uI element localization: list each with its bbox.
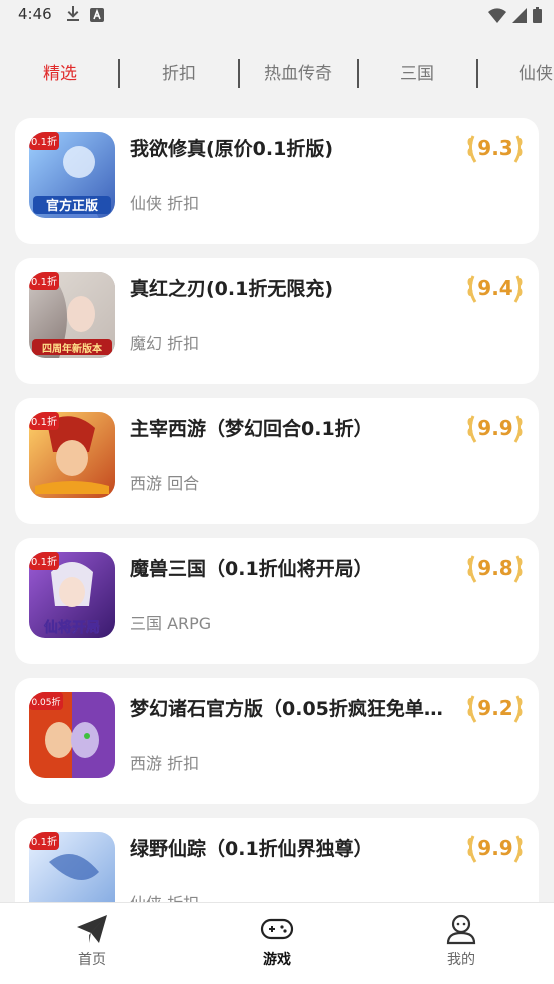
- paper-plane-icon: [77, 915, 107, 943]
- game-card[interactable]: 0.05折 梦幻诸石官方版（0.05折疯狂免单… 西游 折扣 9.2: [15, 678, 539, 804]
- signal-icon: [512, 7, 527, 27]
- nav-home-label: 首页: [78, 952, 106, 968]
- nav-home[interactable]: 首页: [32, 913, 152, 977]
- discount-badge: 0.1折: [31, 835, 57, 848]
- rating: 9.9: [465, 832, 525, 866]
- game-title: 绿野仙踪（0.1折仙界独尊）: [130, 838, 373, 860]
- discount-badge: 0.05折: [31, 696, 60, 708]
- rating: 9.4: [465, 272, 525, 306]
- rating-value: 9.9: [477, 416, 513, 440]
- game-title: 主宰西游（梦幻回合0.1折）: [130, 418, 373, 440]
- game-icon[interactable]: 0.1折 四周年新版本: [29, 272, 115, 358]
- rating: 9.2: [465, 692, 525, 726]
- icon-caption: 仙将开局: [44, 619, 100, 636]
- rating: 9.9: [465, 412, 525, 446]
- icon-caption: 官方正版: [46, 198, 98, 214]
- battery-icon: [533, 7, 542, 27]
- nav-profile-label: 我的: [447, 952, 475, 968]
- discount-badge: 0.1折: [31, 275, 57, 288]
- rating-value: 9.8: [477, 556, 513, 580]
- icon-caption: 四周年新版本: [42, 342, 103, 355]
- tab-legend[interactable]: 热血传奇: [238, 60, 358, 88]
- game-tags: 三国 ARPG: [130, 614, 212, 633]
- discount-badge: 0.1折: [31, 135, 57, 148]
- game-card[interactable]: 0.1折 仙将开局 魔兽三国（0.1折仙将开局） 三国 ARPG 9.8: [15, 538, 539, 664]
- game-tags: 西游 折扣: [130, 754, 200, 773]
- game-card[interactable]: 0.1折 四周年新版本 真红之刃(0.1折无限充) 魔幻 折扣 9.4: [15, 258, 539, 384]
- discount-badge: 0.1折: [31, 555, 57, 568]
- game-icon[interactable]: 0.05折: [29, 692, 115, 778]
- rating-value: 9.9: [477, 836, 513, 860]
- game-icon[interactable]: 0.1折 官方正版: [29, 132, 115, 218]
- game-title: 我欲修真(原价0.1折版): [130, 138, 334, 160]
- wifi-icon: [488, 7, 506, 27]
- nav-games[interactable]: 游戏: [217, 913, 337, 977]
- rating-value: 9.3: [477, 136, 513, 160]
- tab-three-kingdoms[interactable]: 三国: [357, 60, 477, 88]
- rating-value: 9.4: [477, 276, 513, 300]
- gamepad-icon: [260, 918, 294, 940]
- user-icon: [446, 914, 476, 945]
- game-card[interactable]: 0.1折 主宰西游（梦幻回合0.1折） 西游 回合 9.9: [15, 398, 539, 524]
- status-bar: 4:46: [0, 0, 554, 30]
- game-icon[interactable]: 0.1折 仙将开局: [29, 552, 115, 638]
- bottom-nav: 首页 游戏 我的: [0, 902, 554, 984]
- rating-value: 9.2: [477, 696, 513, 720]
- tab-xianxia[interactable]: 仙侠: [476, 60, 554, 88]
- tab-discount[interactable]: 折扣: [119, 60, 239, 88]
- game-tags: 西游 回合: [130, 474, 200, 493]
- status-time: 4:46: [18, 5, 52, 23]
- game-card[interactable]: 0.1折 官方正版 我欲修真(原价0.1折版) 仙侠 折扣 9.3: [15, 118, 539, 244]
- nav-profile[interactable]: 我的: [401, 913, 521, 977]
- discount-badge: 0.1折: [31, 415, 57, 428]
- a-letter-icon: [90, 7, 104, 26]
- rating: 9.8: [465, 552, 525, 586]
- tab-featured[interactable]: 精选: [0, 60, 120, 88]
- game-title: 真红之刃(0.1折无限充): [130, 278, 334, 300]
- game-tags: 魔幻 折扣: [130, 334, 200, 353]
- nav-games-label: 游戏: [263, 952, 291, 968]
- game-title: 梦幻诸石官方版（0.05折疯狂免单…: [130, 698, 443, 720]
- game-title: 魔兽三国（0.1折仙将开局）: [130, 558, 373, 580]
- rating: 9.3: [465, 132, 525, 166]
- download-icon: [66, 6, 80, 26]
- game-tags: 仙侠 折扣: [130, 194, 200, 213]
- category-tabs: 精选 折扣 热血传奇 三国 仙侠: [0, 50, 554, 98]
- game-icon[interactable]: 0.1折: [29, 412, 115, 498]
